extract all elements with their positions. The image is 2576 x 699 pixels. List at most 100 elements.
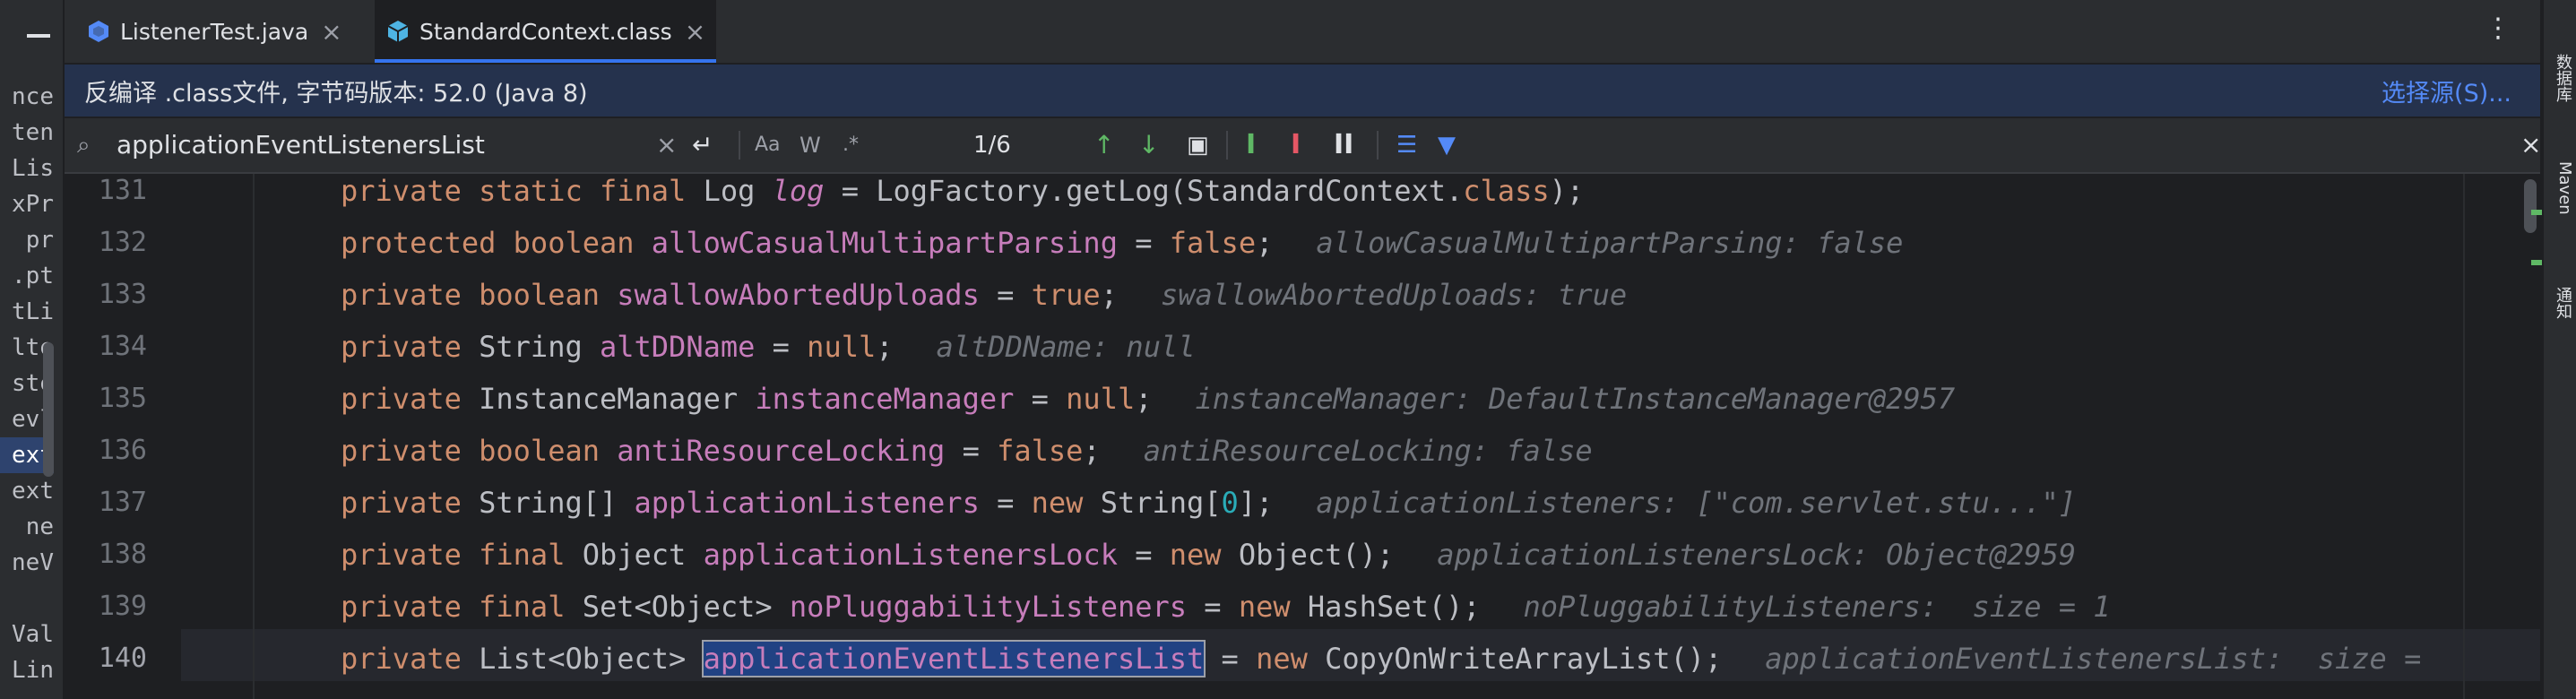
choose-sources-link[interactable]: 选择源(S)...: [2382, 73, 2511, 108]
code-token: applicationListeners: [634, 486, 980, 520]
code-line[interactable]: protected boolean allowCasualMultipartPa…: [341, 217, 1903, 269]
code-token: Object();: [1238, 538, 1395, 572]
maven-tool-button[interactable]: Maven: [2547, 161, 2574, 215]
project-tree-item[interactable]: tLi: [0, 294, 54, 330]
project-tree-item[interactable]: Lin: [0, 652, 54, 688]
code-token: =: [979, 278, 1032, 312]
regex-toggle[interactable]: .*: [843, 118, 859, 172]
code-token: InstanceManager: [479, 382, 756, 416]
project-tree-item[interactable]: neV: [0, 545, 54, 581]
project-tree-item[interactable]: pr: [0, 222, 54, 258]
code-token: log: [772, 174, 825, 208]
filter-options-icon[interactable]: ☰: [1396, 118, 1417, 172]
line-number: 138: [98, 539, 147, 570]
code-token: null: [1066, 382, 1136, 416]
close-icon[interactable]: ×: [321, 17, 341, 47]
code-token: new: [1256, 642, 1326, 676]
code-token: allowCasualMultipartParsing: [651, 226, 1118, 260]
search-match-highlight: applicationEventListenersList: [701, 640, 1206, 677]
previous-occurrence-icon[interactable]: ↑: [1094, 118, 1114, 172]
new-line-icon[interactable]: ↵: [692, 118, 713, 172]
inline-debug-value: antiResourceLocking: false: [1143, 434, 1593, 468]
add-selection-icon[interactable]: I: [1246, 118, 1256, 172]
code-token: =: [1117, 538, 1170, 572]
close-find-icon[interactable]: ×: [2520, 118, 2541, 172]
code-token: private: [341, 486, 480, 520]
project-tree-item[interactable]: Lis: [0, 151, 54, 186]
project-tree-item[interactable]: nce: [0, 79, 54, 115]
line-number: 132: [98, 227, 147, 258]
code-token: =: [945, 434, 998, 468]
code-token: private final: [341, 538, 583, 572]
code-line[interactable]: private String altDDName = null; altDDNam…: [341, 321, 1195, 373]
notifications-tool-button[interactable]: 通知: [2547, 287, 2574, 319]
collapse-panel-icon[interactable]: [27, 34, 50, 38]
code-token: =: [1204, 642, 1257, 676]
search-input[interactable]: applicationEventListenersList: [117, 118, 485, 172]
code-line[interactable]: private InstanceManager instanceManager …: [341, 373, 1955, 425]
inline-debug-value: swallowAbortedUploads: true: [1160, 278, 1628, 312]
inline-debug-value: noPluggabilityListeners: size = 1: [1523, 590, 2111, 624]
editor-tab-bar: ListenerTest.java × StandardContext.clas…: [65, 0, 2540, 65]
whole-words-toggle[interactable]: W: [800, 118, 821, 172]
project-tree-item[interactable]: ten: [0, 115, 54, 151]
tab-standard-context[interactable]: StandardContext.class ×: [375, 0, 717, 63]
code-token: String[]: [479, 486, 635, 520]
code-token: new: [1169, 538, 1239, 572]
project-tree-item[interactable]: xPr: [0, 186, 54, 222]
project-scrollbar[interactable]: [43, 342, 54, 477]
code-token: ;: [876, 330, 894, 364]
line-number: 131: [98, 175, 147, 206]
code-token: new: [1031, 486, 1101, 520]
clear-search-icon[interactable]: ×: [656, 118, 677, 172]
code-token: swallowAbortedUploads: [617, 278, 980, 312]
match-count: 1/6: [973, 132, 1011, 159]
code-line[interactable]: private List<Object> applicationEventLis…: [341, 633, 2421, 685]
divider: [739, 131, 740, 160]
database-tool-button[interactable]: 数据库: [2547, 54, 2574, 102]
line-number: 139: [98, 591, 147, 622]
code-token: Object: [582, 538, 704, 572]
code-line[interactable]: private final Set<Object> noPluggability…: [341, 581, 2111, 633]
right-tool-strip: 数据库 Maven 通知: [2542, 0, 2576, 699]
code-token: instanceManager: [755, 382, 1015, 416]
inline-debug-value: instanceManager: DefaultInstanceManager@…: [1195, 382, 1956, 416]
more-options-icon[interactable]: ⋮: [2485, 13, 2511, 44]
project-tree-item[interactable]: Val: [0, 617, 54, 652]
line-number: 134: [98, 331, 147, 362]
match-case-toggle[interactable]: Aa: [755, 118, 781, 172]
line-number: 137: [98, 487, 147, 518]
code-token: CopyOnWriteArrayList();: [1325, 642, 1723, 676]
project-tree-item[interactable]: ext: [0, 473, 54, 509]
open-in-window-icon[interactable]: ▣: [1187, 118, 1209, 172]
code-token: private boolean: [341, 434, 618, 468]
code-token: applicationListenersLock: [703, 538, 1118, 572]
code-token: Log: [703, 174, 773, 208]
code-token: private: [341, 382, 480, 416]
project-tree-item[interactable]: ne: [0, 509, 54, 545]
filter-icon[interactable]: ▼: [1438, 118, 1456, 172]
code-line[interactable]: private static final Log log = LogFactor…: [341, 165, 1584, 217]
line-number: 135: [98, 383, 147, 414]
tab-listener-test[interactable]: ListenerTest.java ×: [75, 0, 353, 63]
select-all-occurrences-icon[interactable]: II: [1334, 118, 1353, 172]
project-tree-item[interactable]: [0, 581, 54, 617]
inline-debug-value: applicationListeners: ["com.servlet.stu.…: [1316, 486, 2077, 520]
editor-scrollbar-thumb[interactable]: [2524, 179, 2537, 233]
editor: ListenerTest.java × StandardContext.clas…: [65, 0, 2549, 699]
code-token: );: [1549, 174, 1585, 208]
code-line[interactable]: private String[] applicationListeners = …: [341, 477, 2076, 529]
search-icon[interactable]: ⌕: [77, 118, 91, 172]
code-line[interactable]: private boolean swallowAbortedUploads = …: [341, 269, 1627, 321]
inline-debug-value: altDDName: null: [936, 330, 1196, 364]
code-line[interactable]: private final Object applicationListener…: [341, 529, 2076, 581]
next-occurrence-icon[interactable]: ↓: [1138, 118, 1159, 172]
project-tree-item[interactable]: .pt: [0, 258, 54, 294]
class-file-icon: [385, 19, 411, 44]
close-icon[interactable]: ×: [685, 17, 705, 47]
java-class-icon: [86, 19, 111, 44]
info-message: 反编译 .class文件, 字节码版本: 52.0 (Java 8): [84, 79, 588, 108]
line-number: 133: [98, 279, 147, 310]
remove-selection-icon[interactable]: I: [1291, 118, 1301, 172]
code-line[interactable]: private boolean antiResourceLocking = fa…: [341, 425, 1593, 477]
